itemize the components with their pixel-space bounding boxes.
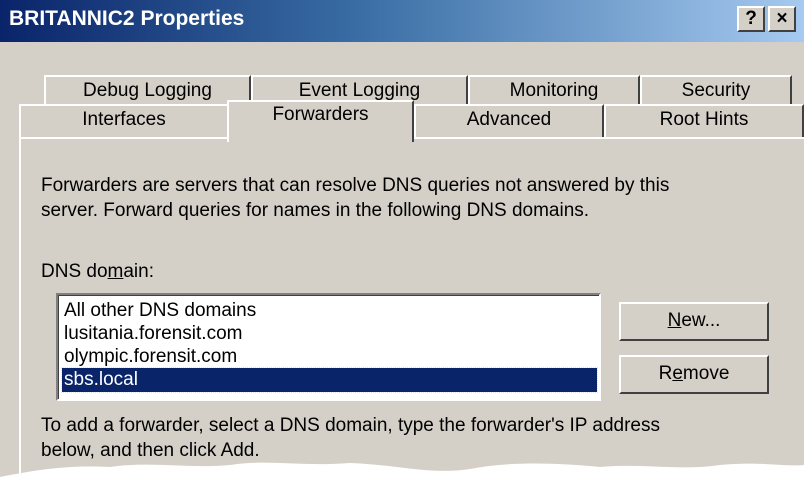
intro-text-line2: server. Forward queries for names in the… [41,200,590,221]
list-item-selected[interactable]: sbs.local [61,367,598,393]
list-item[interactable]: lusitania.forensit.com [62,322,597,346]
tab-advanced[interactable]: Advanced [414,104,604,138]
dns-domain-list[interactable]: All other DNS domains lusitania.forensit… [56,293,601,401]
list-item[interactable]: All other DNS domains [62,299,597,323]
tab-forwarders[interactable]: Forwarders [227,100,414,142]
tab-debug-logging[interactable]: Debug Logging [44,75,251,105]
tab-security[interactable]: Security [640,75,792,105]
tab-monitoring[interactable]: Monitoring [468,75,640,105]
properties-dialog: BRITANNIC2 Properties ? × Debug Logging … [0,0,804,484]
hint-text-line1: To add a forwarder, select a DNS domain,… [41,415,660,436]
new-button[interactable]: New... [619,302,769,341]
close-button[interactable]: × [768,6,796,32]
intro-text-line1: Forwarders are servers that can resolve … [41,175,670,196]
list-item[interactable]: olympic.forensit.com [62,345,597,369]
window-title: BRITANNIC2 Properties [9,7,245,30]
tab-interfaces[interactable]: Interfaces [19,104,229,138]
dns-domain-label: DNS domain: [41,261,154,282]
tab-root-hints[interactable]: Root Hints [604,104,804,138]
remove-button[interactable]: Remove [619,355,769,394]
torn-edge [0,462,804,484]
help-button[interactable]: ? [737,6,765,32]
title-bar[interactable]: BRITANNIC2 Properties ? × [0,0,804,42]
